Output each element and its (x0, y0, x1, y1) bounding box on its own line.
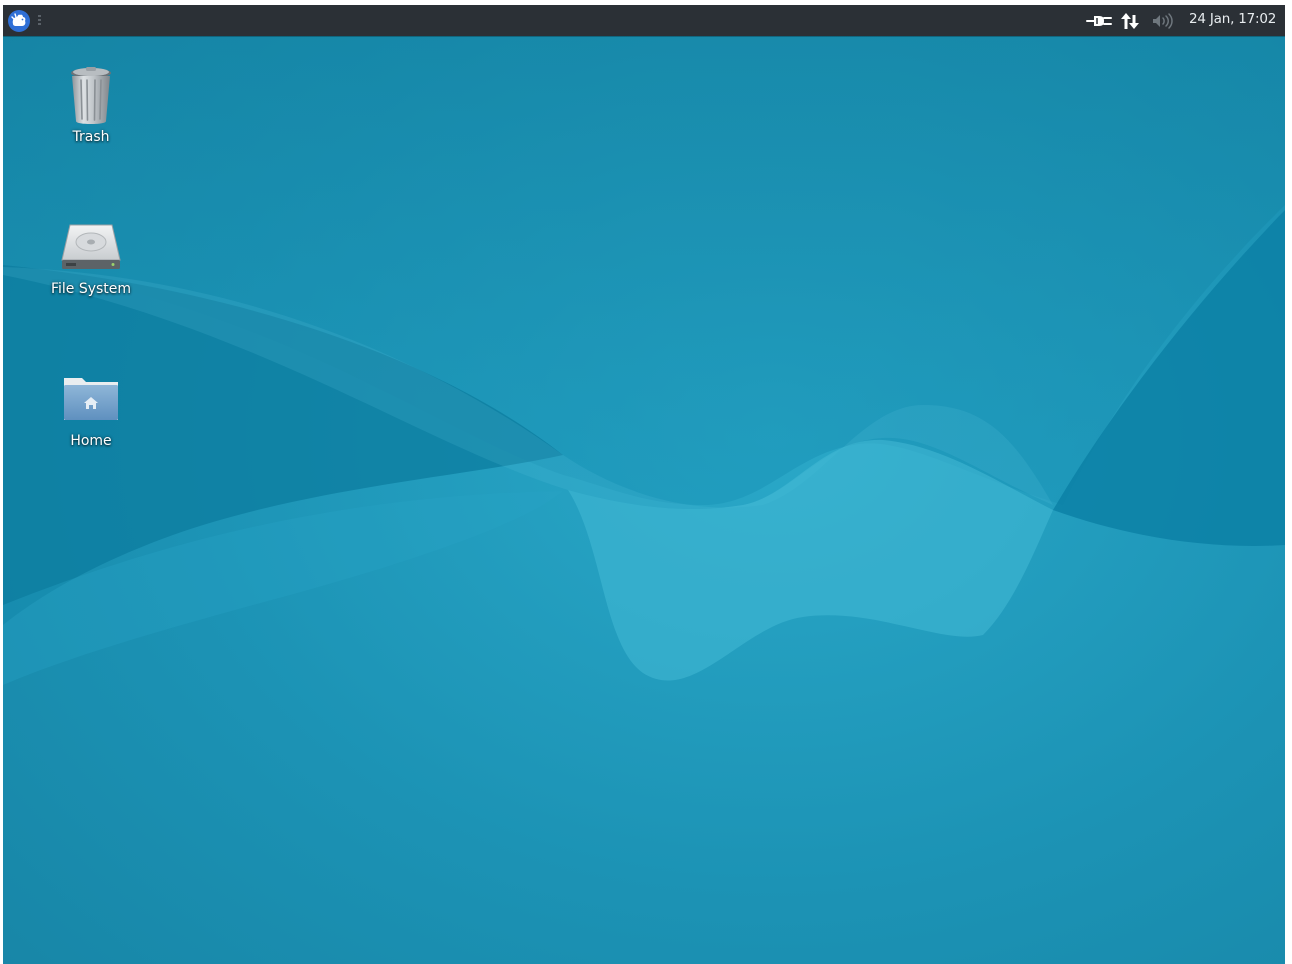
desktop-icon-file-system[interactable]: File System (36, 215, 146, 297)
home-folder-icon (59, 367, 123, 431)
applications-menu-button[interactable] (6, 8, 32, 33)
hard-drive-icon (59, 215, 123, 279)
desktop-icon-label: Home (70, 433, 112, 449)
xfce-mouse-logo-icon (8, 10, 30, 32)
desktop-icon-label: File System (50, 281, 132, 297)
desktop-icon-home[interactable]: Home (36, 367, 146, 449)
desktop-screen: 24 Jan, 17:02 Trash File System Home (3, 5, 1285, 964)
desktop-icon-trash[interactable]: Trash (36, 63, 146, 145)
desktop-wallpaper[interactable] (3, 5, 1285, 964)
panel-separator (38, 15, 42, 27)
panel-clock[interactable]: 24 Jan, 17:02 (1189, 5, 1276, 36)
trash-icon (59, 63, 123, 127)
desktop-icon-label: Trash (72, 129, 110, 145)
top-panel: 24 Jan, 17:02 (3, 5, 1285, 36)
power-plug-icon[interactable] (1083, 10, 1115, 31)
volume-icon[interactable] (1149, 10, 1175, 31)
network-arrows-icon[interactable] (1118, 10, 1142, 31)
